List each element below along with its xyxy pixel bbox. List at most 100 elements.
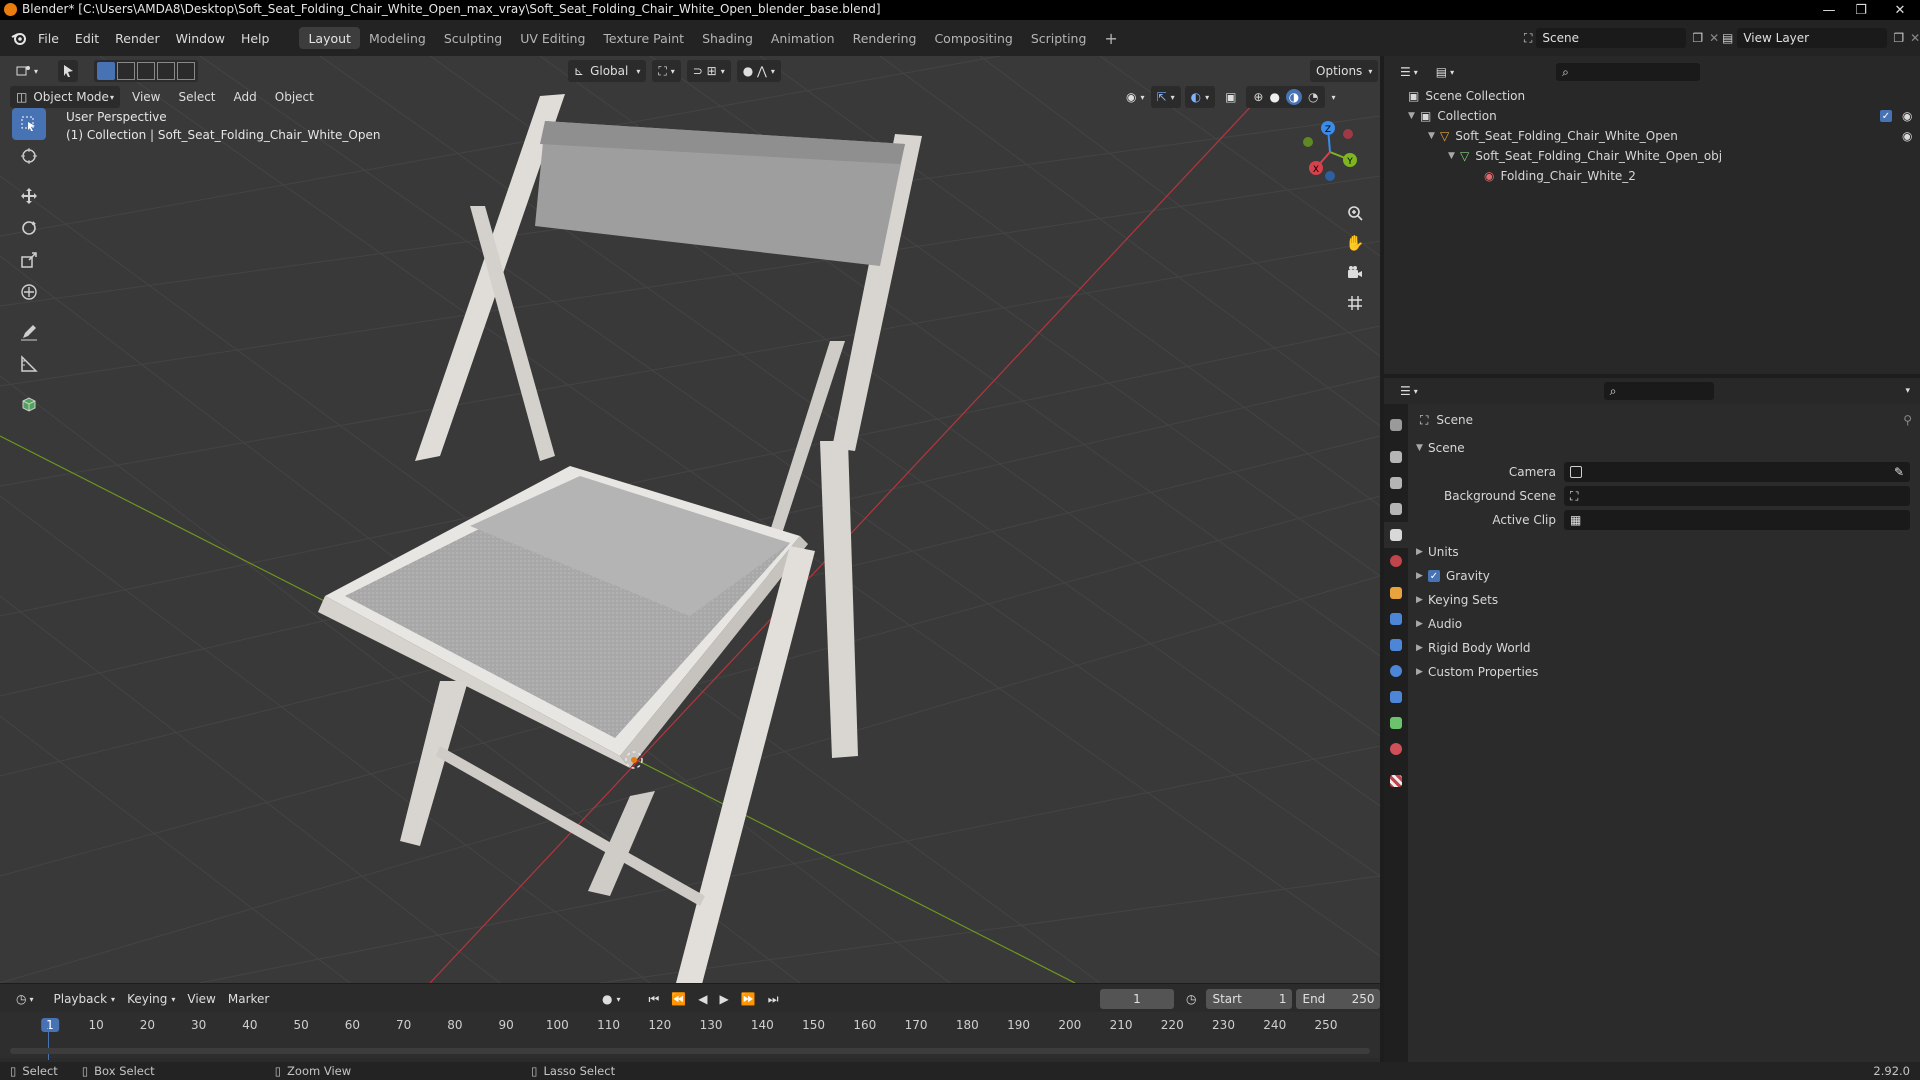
workspace-tab-sculpting[interactable]: Sculpting (435, 27, 511, 49)
workspace-tab-animation[interactable]: Animation (762, 27, 844, 49)
workspace-tab-layout[interactable]: Layout (299, 27, 360, 49)
properties-search-input[interactable]: ⌕ (1603, 382, 1714, 400)
shading-options-chevron-icon[interactable]: ▾ (1325, 86, 1341, 108)
properties-options-chevron-icon[interactable]: ▾ (1899, 380, 1916, 402)
viewport-menu-select[interactable]: Select (172, 86, 221, 108)
rendered-shading-icon[interactable]: ◔ (1308, 90, 1318, 104)
subtract-selection-icon[interactable] (137, 62, 156, 80)
timeline-menu-keying[interactable]: Keying ▾ (121, 988, 181, 1010)
transform-orientation-dropdown[interactable]: ⊾ Global ▾ (568, 60, 647, 82)
menu-file[interactable]: File (30, 20, 67, 56)
timeline-scrollbar[interactable] (10, 1048, 1370, 1054)
menu-window[interactable]: Window (168, 20, 233, 56)
disclosure-triangle-icon[interactable]: ▼ (1428, 131, 1440, 141)
timeline-editor-type-icon[interactable]: ◷ ▾ (10, 988, 40, 1010)
visibility-eye-icon[interactable]: ◉ ▾ (1120, 86, 1151, 108)
keying-sets-panel-header[interactable]: ▶ Keying Sets (1412, 588, 1920, 612)
current-frame-field[interactable]: 1 (1100, 989, 1174, 1009)
gizmo-neg-y-icon[interactable] (1303, 137, 1313, 147)
outliner-search-input[interactable]: ⌕ (1556, 63, 1701, 81)
solid-shading-icon[interactable]: ● (1269, 90, 1279, 104)
navigation-gizmo[interactable]: Y X Z (1290, 112, 1370, 192)
scene-selector[interactable]: Scene (1536, 28, 1687, 48)
select-box-tool-icon[interactable] (12, 108, 46, 140)
set-new-selection-icon[interactable] (97, 62, 116, 80)
scene-tab-icon[interactable] (1384, 522, 1408, 548)
jump-to-keyframe-back-icon[interactable]: ⏪ (665, 988, 692, 1010)
annotate-tool-icon[interactable] (12, 316, 46, 348)
object-mode-dropdown[interactable]: ◫ Object Mode ▾ (10, 86, 120, 108)
menu-help[interactable]: Help (233, 20, 278, 56)
pan-hand-icon[interactable]: ✋ (1342, 228, 1368, 258)
rotate-tool-icon[interactable] (12, 212, 46, 244)
properties-editor-type-icon[interactable]: ☰ ▾ (1394, 380, 1424, 402)
outliner-row-object[interactable]: ▼ ▽ Soft_Seat_Folding_Chair_White_Open ◉ (1384, 126, 1920, 146)
visibility-eye-icon[interactable]: ◉ (1902, 109, 1912, 123)
constraints-tab-icon[interactable] (1384, 684, 1408, 710)
view-layer-tab-icon[interactable] (1384, 496, 1408, 522)
add-cube-tool-icon[interactable] (12, 388, 46, 420)
options-dropdown[interactable]: Options ▾ (1310, 60, 1379, 82)
timeline-menu-playback[interactable]: Playback ▾ (48, 988, 122, 1010)
xray-toggle-icon[interactable]: ▣ (1219, 86, 1242, 108)
timeline-menu-view[interactable]: View (181, 988, 221, 1010)
workspace-tab-scripting[interactable]: Scripting (1022, 27, 1096, 49)
world-tab-icon[interactable] (1384, 548, 1408, 574)
exclude-checkbox-icon[interactable]: ✓ (1880, 110, 1892, 122)
editor-type-icon[interactable]: ▾ (10, 60, 44, 82)
play-reverse-icon[interactable]: ◀ (692, 988, 713, 1010)
intersect-selection-icon[interactable] (177, 62, 196, 80)
particles-tab-icon[interactable] (1384, 632, 1408, 658)
physics-tab-icon[interactable] (1384, 658, 1408, 684)
modifier-tab-icon[interactable] (1384, 606, 1408, 632)
ortho-grid-icon[interactable] (1342, 288, 1368, 318)
gravity-panel-header[interactable]: ▶ ✓ Gravity (1412, 564, 1920, 588)
invert-selection-icon[interactable] (157, 62, 176, 80)
display-mode-icon[interactable]: ▤ ▾ (1430, 61, 1460, 83)
workspace-tab-shading[interactable]: Shading (693, 27, 762, 49)
zoom-icon[interactable] (1342, 198, 1368, 228)
minimize-button[interactable]: — (1814, 0, 1844, 20)
move-tool-icon[interactable] (12, 180, 46, 212)
jump-to-end-icon[interactable]: ⏭ (762, 988, 785, 1010)
add-workspace-button[interactable]: + (1095, 27, 1126, 49)
gizmo-toggle-icon[interactable]: ⇱ ▾ (1150, 86, 1181, 108)
active-clip-field[interactable]: ▦ (1564, 510, 1910, 530)
timeline-menu-marker[interactable]: Marker (222, 988, 275, 1010)
outliner-editor-type-icon[interactable]: ☰ ▾ (1394, 61, 1424, 83)
end-frame-field[interactable]: End 250 (1296, 989, 1381, 1009)
cursor-tool-icon[interactable] (12, 140, 46, 172)
maximize-button[interactable]: ❐ (1846, 0, 1876, 20)
preview-range-icon[interactable]: ◷ (1180, 988, 1202, 1010)
viewport-menu-view[interactable]: View (126, 86, 166, 108)
wireframe-shading-icon[interactable]: ⊕ (1253, 90, 1263, 104)
background-scene-field[interactable]: ⛶ (1564, 486, 1910, 506)
snap-toggle-button[interactable]: ⊃ ⊞ ▾ (686, 60, 731, 82)
camera-field[interactable]: ✎ (1564, 462, 1910, 482)
start-frame-field[interactable]: Start 1 (1206, 989, 1293, 1009)
new-view-layer-icon[interactable]: ❐ (1893, 31, 1904, 45)
play-icon[interactable]: ▶ (714, 988, 735, 1010)
blender-menu-icon[interactable] (8, 31, 30, 45)
material-tab-icon[interactable] (1384, 736, 1408, 762)
outliner-row-scene-collection[interactable]: ▣ Scene Collection (1384, 86, 1920, 106)
units-panel-header[interactable]: ▶ Units (1412, 540, 1920, 564)
eyedropper-icon[interactable]: ✎ (1894, 465, 1904, 479)
texture-tab-icon[interactable] (1384, 768, 1408, 794)
scene-panel-header[interactable]: ▼ Scene (1412, 436, 1920, 460)
3d-viewport[interactable]: User Perspective (1) Collection | Soft_S… (0, 56, 1380, 983)
pivot-point-dropdown[interactable]: ⛶ ▾ (652, 60, 681, 82)
delete-view-layer-icon[interactable]: ✕ (1910, 31, 1920, 45)
outliner-row-mesh[interactable]: ▼ ▽ Soft_Seat_Folding_Chair_White_Open_o… (1384, 146, 1920, 166)
viewport-menu-add[interactable]: Add (228, 86, 263, 108)
close-button[interactable]: ✕ (1880, 0, 1920, 20)
workspace-tab-compositing[interactable]: Compositing (925, 27, 1021, 49)
menu-render[interactable]: Render (107, 20, 168, 56)
outliner-row-material[interactable]: ◉ Folding_Chair_White_2 (1384, 166, 1920, 186)
workspace-tab-texture-paint[interactable]: Texture Paint (594, 27, 693, 49)
jump-to-start-icon[interactable]: ⏮ (643, 988, 666, 1010)
output-tab-icon[interactable] (1384, 470, 1408, 496)
rigid-body-world-panel-header[interactable]: ▶ Rigid Body World (1412, 636, 1920, 660)
disclosure-triangle-icon[interactable]: ▼ (1408, 111, 1420, 121)
extend-selection-icon[interactable] (117, 62, 136, 80)
